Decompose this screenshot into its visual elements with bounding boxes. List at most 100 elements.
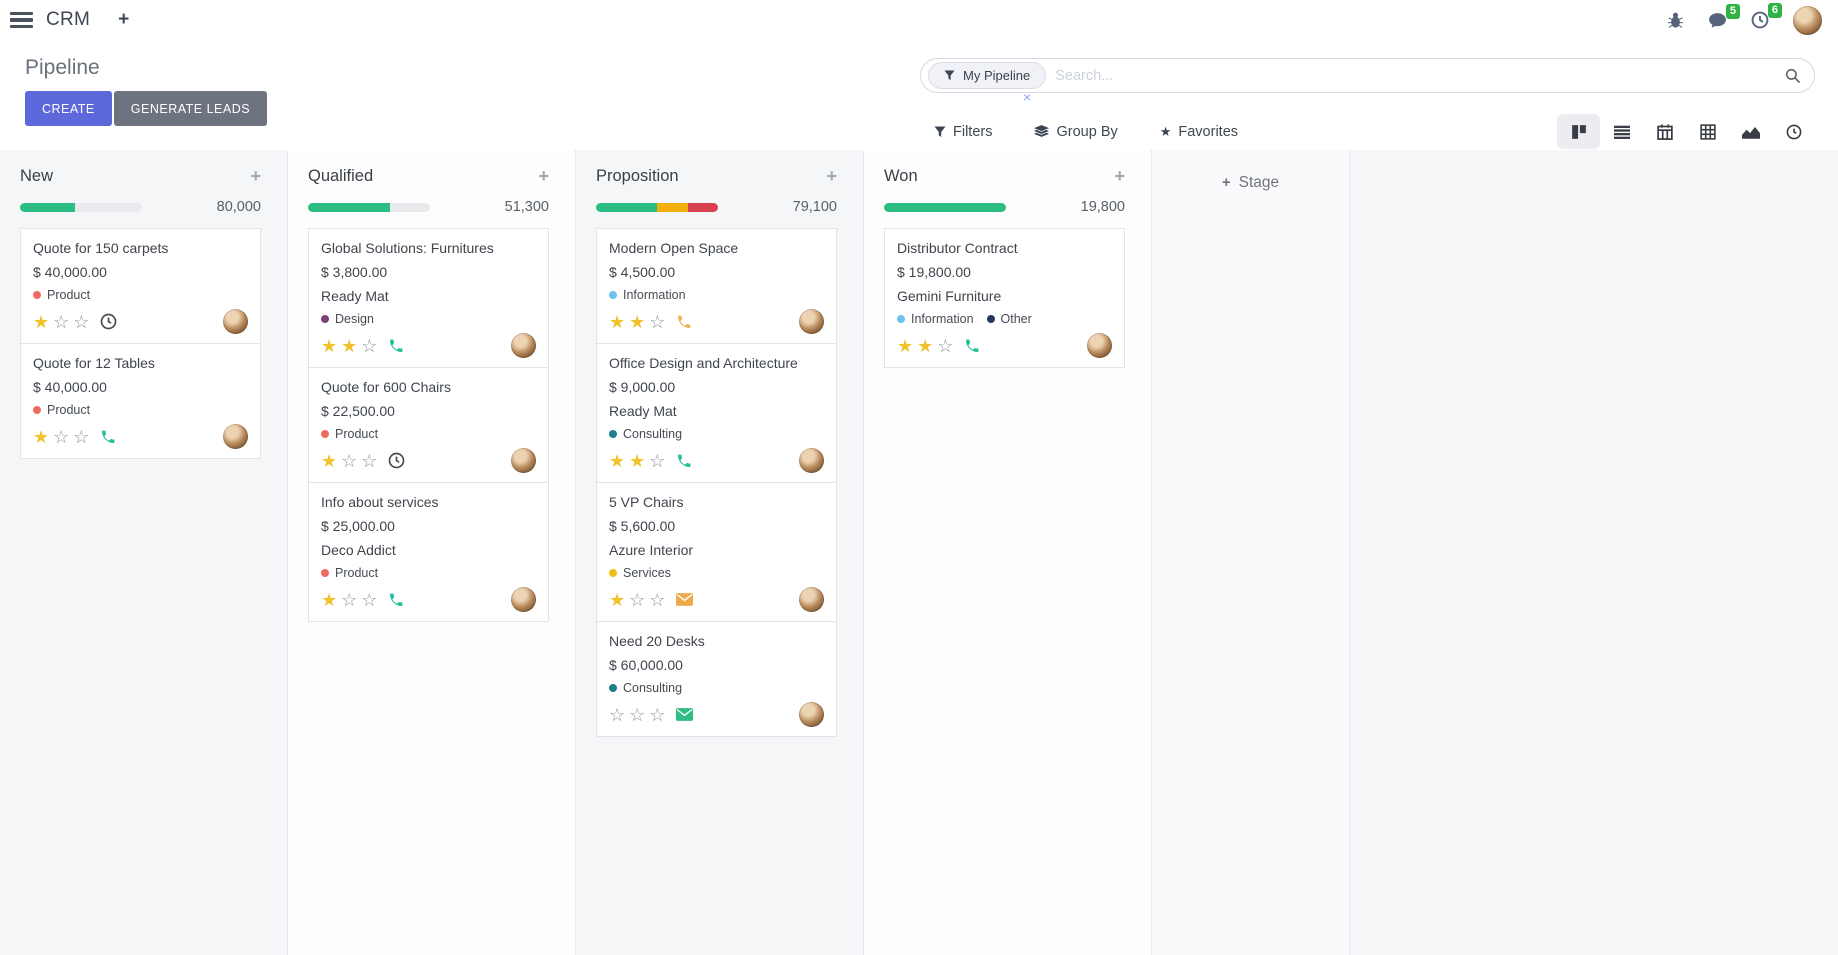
salesperson-avatar[interactable] xyxy=(799,702,824,727)
column-progress-bar[interactable] xyxy=(596,203,718,212)
filter-group: Filters Group By ★ Favorites xyxy=(920,124,1238,140)
salesperson-avatar[interactable] xyxy=(511,587,536,612)
phone-activity-icon[interactable] xyxy=(388,592,404,608)
envelope-activity-icon[interactable] xyxy=(676,593,693,606)
view-graph-button[interactable] xyxy=(1729,114,1772,149)
star-filled-icon[interactable]: ★ xyxy=(321,337,337,355)
phone-activity-icon[interactable] xyxy=(100,429,116,445)
search-input[interactable] xyxy=(1055,68,1785,84)
phone-activity-icon[interactable] xyxy=(388,338,404,354)
progress-segment[interactable] xyxy=(308,203,390,212)
star-empty-icon[interactable]: ☆ xyxy=(73,428,89,446)
salesperson-avatar[interactable] xyxy=(799,309,824,334)
search-bar[interactable]: My Pipeline xyxy=(920,58,1815,93)
facet-remove-icon[interactable]: × xyxy=(1023,90,1031,104)
star-filled-icon[interactable]: ★ xyxy=(629,452,645,470)
star-empty-icon[interactable]: ☆ xyxy=(341,591,357,609)
kanban-card[interactable]: Office Design and Architecture $ 9,000.0… xyxy=(596,343,837,483)
star-empty-icon[interactable]: ☆ xyxy=(361,337,377,355)
view-calendar-button[interactable] xyxy=(1643,114,1686,149)
star-filled-icon[interactable]: ★ xyxy=(917,337,933,355)
column-progress-bar[interactable] xyxy=(308,203,430,212)
salesperson-avatar[interactable] xyxy=(511,333,536,358)
card-partner: Ready Mat xyxy=(321,288,536,304)
kanban-card[interactable]: Need 20 Desks $ 60,000.00 Consulting ☆☆☆ xyxy=(596,621,837,737)
kanban-card[interactable]: Modern Open Space $ 4,500.00 Information… xyxy=(596,228,837,344)
salesperson-avatar[interactable] xyxy=(799,448,824,473)
star-filled-icon[interactable]: ★ xyxy=(33,428,49,446)
apps-menu-icon[interactable] xyxy=(10,12,33,28)
user-avatar[interactable] xyxy=(1793,6,1822,35)
salesperson-avatar[interactable] xyxy=(799,587,824,612)
star-filled-icon[interactable]: ★ xyxy=(33,313,49,331)
search-facet-my-pipeline[interactable]: My Pipeline xyxy=(928,62,1046,89)
phone-activity-icon[interactable] xyxy=(676,314,692,330)
star-empty-icon[interactable]: ☆ xyxy=(629,591,645,609)
view-pivot-button[interactable] xyxy=(1686,114,1729,149)
kanban-card[interactable]: Info about services $ 25,000.00 Deco Add… xyxy=(308,482,549,622)
progress-segment[interactable] xyxy=(596,203,657,212)
create-button[interactable]: CREATE xyxy=(25,91,112,126)
favorites-button[interactable]: ★ Favorites xyxy=(1160,124,1238,140)
star-filled-icon[interactable]: ★ xyxy=(609,313,625,331)
star-empty-icon[interactable]: ☆ xyxy=(361,591,377,609)
column-progress-bar[interactable] xyxy=(884,203,1006,212)
star-empty-icon[interactable]: ☆ xyxy=(649,313,665,331)
filters-button[interactable]: Filters xyxy=(934,124,992,140)
kanban-card[interactable]: Quote for 12 Tables $ 40,000.00 Product … xyxy=(20,343,261,459)
generate-leads-button[interactable]: GENERATE LEADS xyxy=(114,91,267,126)
progress-segment[interactable] xyxy=(688,203,719,212)
star-empty-icon[interactable]: ☆ xyxy=(53,313,69,331)
star-empty-icon[interactable]: ☆ xyxy=(361,452,377,470)
star-empty-icon[interactable]: ☆ xyxy=(649,591,665,609)
kanban-card[interactable]: Distributor Contract $ 19,800.00 Gemini … xyxy=(884,228,1125,368)
add-stage-column[interactable]: + Stage xyxy=(1152,150,1350,955)
view-kanban-button[interactable] xyxy=(1557,114,1600,149)
star-empty-icon[interactable]: ☆ xyxy=(341,452,357,470)
star-empty-icon[interactable]: ☆ xyxy=(73,313,89,331)
star-filled-icon[interactable]: ★ xyxy=(321,452,337,470)
star-empty-icon[interactable]: ☆ xyxy=(53,428,69,446)
progress-segment[interactable] xyxy=(20,203,75,212)
add-record-icon[interactable]: + xyxy=(250,167,261,185)
kanban-card[interactable]: Quote for 150 carpets $ 40,000.00 Produc… xyxy=(20,228,261,344)
view-list-button[interactable] xyxy=(1600,114,1643,149)
view-activity-button[interactable] xyxy=(1772,114,1815,149)
progress-segment[interactable] xyxy=(657,203,688,212)
progress-segment[interactable] xyxy=(884,203,1006,212)
star-filled-icon[interactable]: ★ xyxy=(341,337,357,355)
star-filled-icon[interactable]: ★ xyxy=(609,452,625,470)
messages-button[interactable]: 5 xyxy=(1708,12,1727,29)
app-name[interactable]: CRM xyxy=(46,9,90,31)
search-icon[interactable] xyxy=(1785,68,1801,84)
star-empty-icon[interactable]: ☆ xyxy=(629,706,645,724)
add-record-icon[interactable]: + xyxy=(826,167,837,185)
phone-activity-icon[interactable] xyxy=(964,338,980,354)
group-by-button[interactable]: Group By xyxy=(1034,124,1117,140)
star-filled-icon[interactable]: ★ xyxy=(321,591,337,609)
activities-button[interactable]: 6 xyxy=(1751,11,1769,29)
column-progress-bar[interactable] xyxy=(20,203,142,212)
star-empty-icon[interactable]: ☆ xyxy=(649,706,665,724)
star-empty-icon[interactable]: ☆ xyxy=(649,452,665,470)
add-icon[interactable]: + xyxy=(118,9,129,31)
star-filled-icon[interactable]: ★ xyxy=(629,313,645,331)
salesperson-avatar[interactable] xyxy=(1087,333,1112,358)
star-empty-icon[interactable]: ☆ xyxy=(937,337,953,355)
kanban-card[interactable]: Global Solutions: Furnitures $ 3,800.00 … xyxy=(308,228,549,368)
add-record-icon[interactable]: + xyxy=(538,167,549,185)
kanban-card[interactable]: 5 VP Chairs $ 5,600.00 Azure Interior Se… xyxy=(596,482,837,622)
phone-activity-icon[interactable] xyxy=(676,453,692,469)
salesperson-avatar[interactable] xyxy=(223,424,248,449)
envelope-activity-icon[interactable] xyxy=(676,708,693,721)
kanban-card[interactable]: Quote for 600 Chairs $ 22,500.00 Product… xyxy=(308,367,549,483)
clock-activity-icon[interactable] xyxy=(388,452,405,469)
clock-activity-icon[interactable] xyxy=(100,313,117,330)
salesperson-avatar[interactable] xyxy=(511,448,536,473)
star-filled-icon[interactable]: ★ xyxy=(609,591,625,609)
star-filled-icon[interactable]: ★ xyxy=(897,337,913,355)
star-empty-icon[interactable]: ☆ xyxy=(609,706,625,724)
add-record-icon[interactable]: + xyxy=(1114,167,1125,185)
salesperson-avatar[interactable] xyxy=(223,309,248,334)
bug-icon[interactable] xyxy=(1667,12,1684,29)
